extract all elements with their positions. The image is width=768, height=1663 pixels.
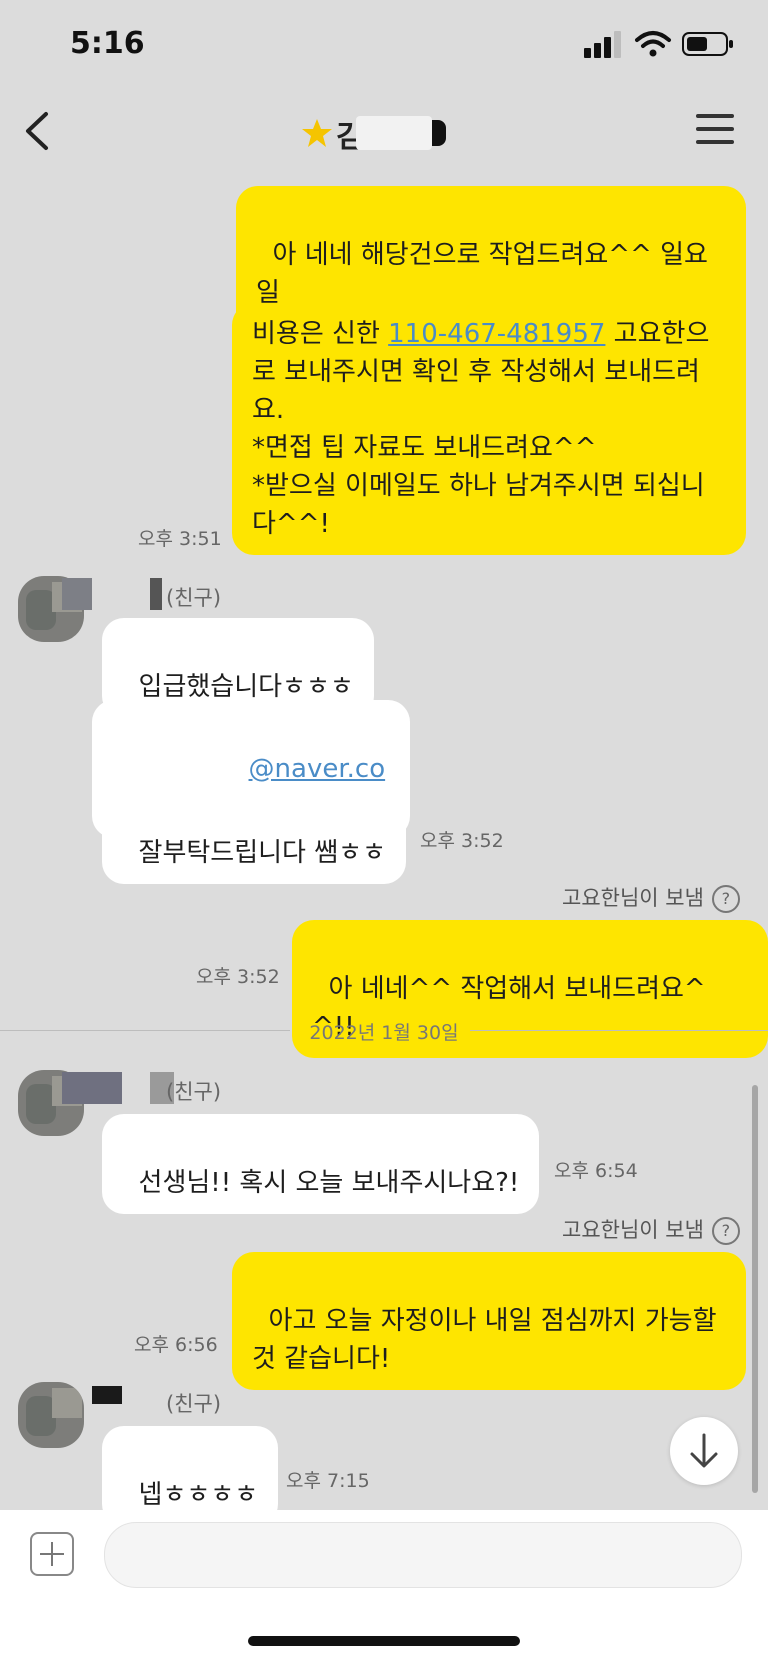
date-separator: 2022년 1월 30일 <box>0 1022 768 1044</box>
message-text: 아고 오늘 자정이나 내일 점심까지 가능할 것 같습니다! <box>252 1306 717 1374</box>
friend-message[interactable]: 선생님!! 혹시 오늘 보내주시나요?! <box>102 1114 540 1214</box>
message-time: 오후 6:54 <box>554 1160 638 1182</box>
sent-by-text: 고요한님이 보냄 <box>562 886 704 910</box>
scrollbar[interactable] <box>752 1085 758 1493</box>
friend-tag: (친구) <box>166 586 222 610</box>
input-bar <box>0 1510 768 1663</box>
avatar[interactable] <box>18 1382 84 1448</box>
status-time: 5:16 <box>70 26 145 61</box>
sent-by-text: 고요한님이 보냄 <box>562 1218 704 1242</box>
title-redaction-tail <box>432 120 446 146</box>
friend-tag: (친구) <box>166 1392 222 1416</box>
message-text: 선생님!! 혹시 오늘 보내주시나요?! <box>138 1168 520 1198</box>
sent-by-note: 고요한님이 보냄? <box>562 882 740 913</box>
scroll-to-bottom-button[interactable] <box>670 1417 738 1485</box>
message-time: 오후 7:15 <box>286 1470 370 1492</box>
message-time: 오후 3:51 <box>138 528 222 550</box>
message-time: 오후 6:56 <box>134 1334 218 1356</box>
name-redaction <box>62 1072 122 1104</box>
date-separator-label: 2022년 1월 30일 <box>309 1022 459 1044</box>
name-redaction <box>62 578 92 610</box>
battery-icon <box>682 32 733 56</box>
arrow-down-icon <box>690 1433 718 1468</box>
signal-icon <box>584 31 621 58</box>
message-text: 고요한으 로 보내주시면 확인 후 작성해서 보내드려 요. *면접 팁 자료도… <box>252 319 710 539</box>
message-text: 넵ㅎㅎㅎㅎ <box>138 1480 259 1510</box>
plus-icon[interactable] <box>30 1532 74 1576</box>
message-text: 비용은 신한 <box>252 319 389 349</box>
message-text: 입급했습니다ㅎㅎㅎ <box>138 672 354 702</box>
back-arrow-icon[interactable] <box>20 108 54 154</box>
status-bar: 5:16 <box>0 0 768 90</box>
sent-by-note: 고요한님이 보냄? <box>562 1214 740 1245</box>
status-icons <box>584 30 734 58</box>
question-icon[interactable]: ? <box>711 1217 740 1245</box>
star-icon <box>302 119 332 147</box>
menu-icon[interactable] <box>696 114 734 146</box>
friend-tag: (친구) <box>166 1080 222 1104</box>
chat-title[interactable]: 김 <box>300 112 460 155</box>
message-text: 잘부탁드립니다 쌤ㅎㅎ <box>138 838 386 868</box>
account-number-link[interactable]: 110-467-481957 <box>388 319 605 349</box>
name-redaction <box>92 1386 122 1404</box>
title-redaction <box>356 116 432 150</box>
friend-message[interactable]: 잘부탁드립니다 쌤ㅎㅎ <box>102 784 406 884</box>
message-input[interactable] <box>104 1522 742 1588</box>
name-redaction <box>150 578 162 610</box>
home-indicator <box>248 1636 520 1646</box>
message-time: 오후 3:52 <box>196 966 280 988</box>
question-icon[interactable]: ? <box>711 885 740 913</box>
wifi-icon <box>635 31 671 57</box>
my-message[interactable]: 아고 오늘 자정이나 내일 점심까지 가능할 것 같습니다! <box>232 1252 746 1390</box>
chat-header: 김 <box>0 90 768 170</box>
my-message[interactable]: 비용은 신한 110-467-481957 고요한으 로 보내주시면 확인 후 … <box>232 303 746 555</box>
message-time: 오후 3:52 <box>420 830 504 852</box>
